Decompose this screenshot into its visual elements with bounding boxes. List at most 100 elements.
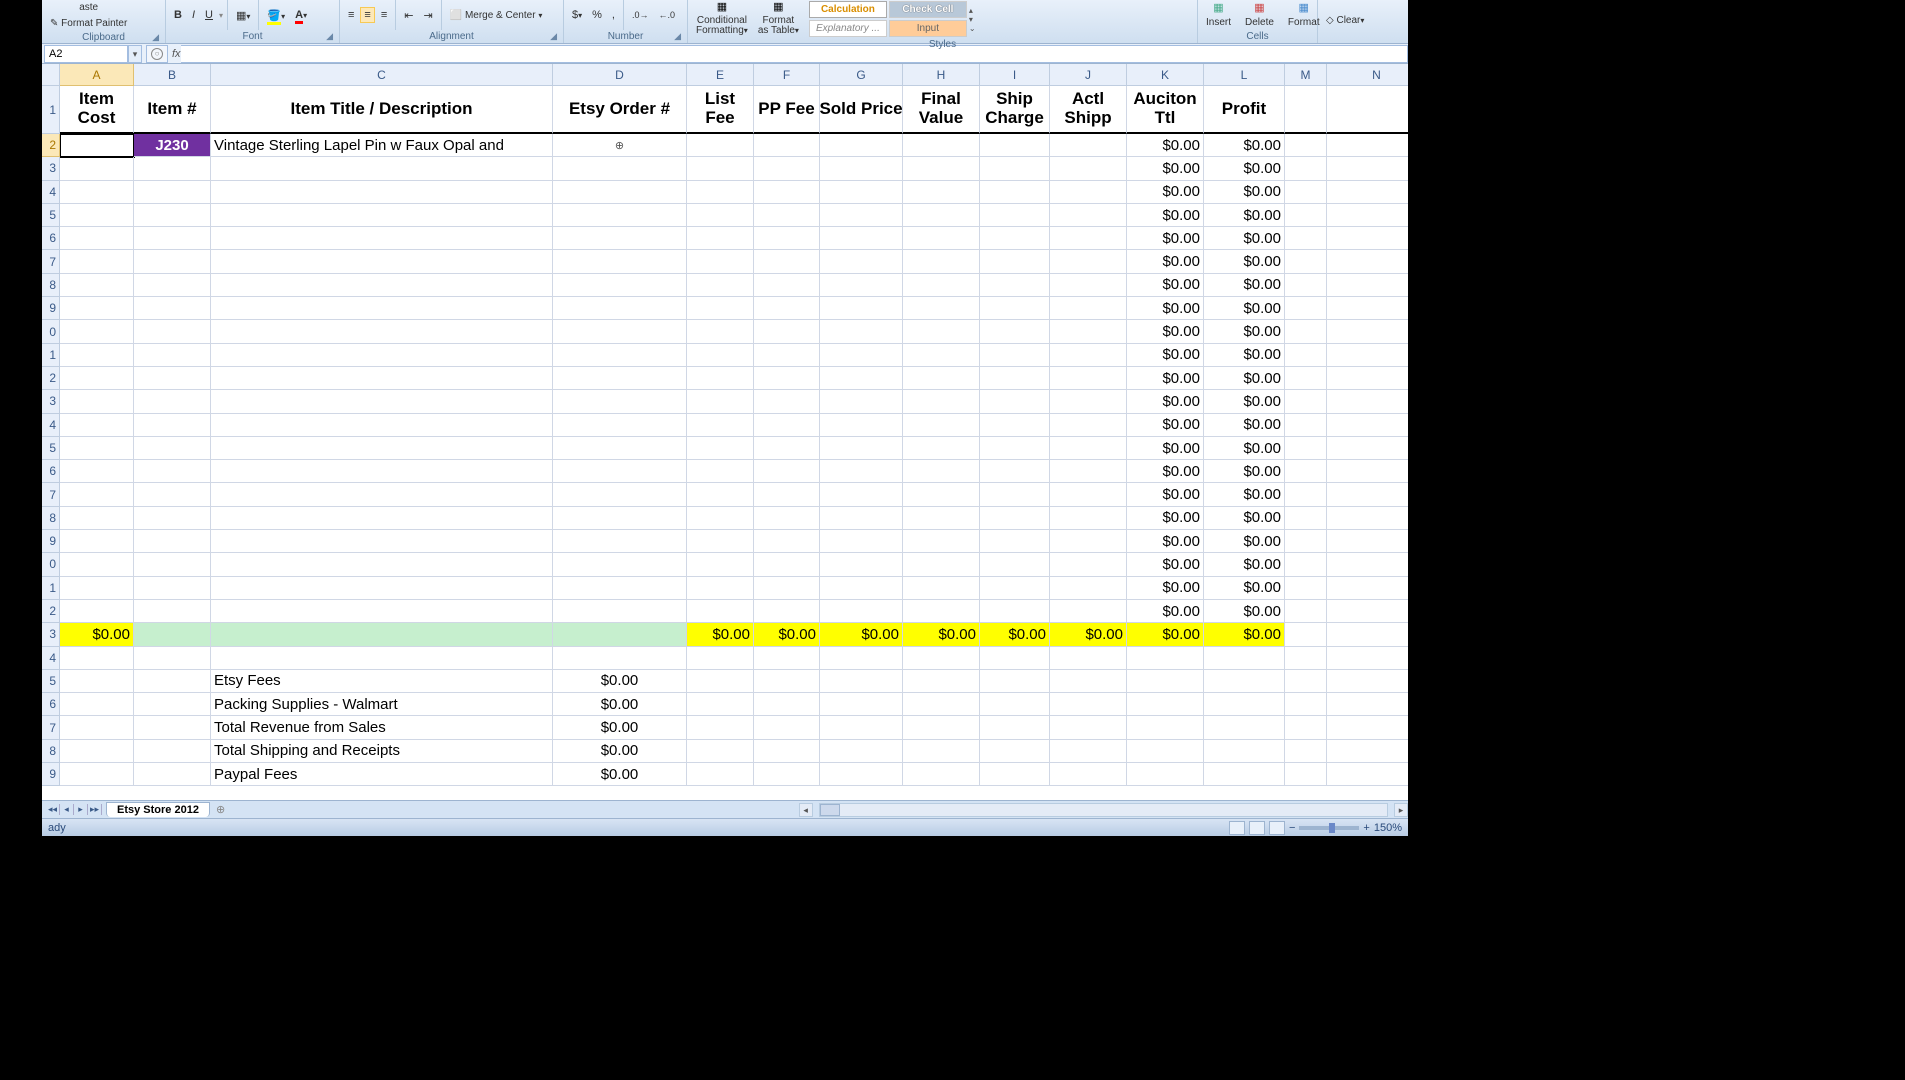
cell-C13[interactable] [211,390,553,413]
cell-I13[interactable] [980,390,1050,413]
cell-L6[interactable]: $0.00 [1204,227,1285,250]
cell-N19[interactable] [1327,530,1408,553]
cell-A14[interactable] [60,414,134,437]
cell-A6[interactable] [60,227,134,250]
row-header-18[interactable]: 8 [42,507,60,530]
header-H[interactable]: FinalValue [903,86,980,134]
cell-J20[interactable] [1050,553,1127,576]
cell-H4[interactable] [903,181,980,204]
cell-J24[interactable] [1050,647,1127,670]
cell-G29[interactable] [820,763,903,786]
cell-G18[interactable] [820,507,903,530]
cell-H19[interactable] [903,530,980,553]
row-header-20[interactable]: 0 [42,553,60,576]
cell-J18[interactable] [1050,507,1127,530]
cell-N16[interactable] [1327,460,1408,483]
cell-D9[interactable] [553,297,687,320]
summary-value-3[interactable]: $0.00 [553,740,687,763]
cell-J16[interactable] [1050,460,1127,483]
cell-I20[interactable] [980,553,1050,576]
cell-H14[interactable] [903,414,980,437]
cell-G10[interactable] [820,320,903,343]
cell-K5[interactable]: $0.00 [1127,204,1204,227]
cell-G25[interactable] [820,670,903,693]
cell-F10[interactable] [754,320,820,343]
summary-label-3[interactable]: Total Shipping and Receipts [211,740,553,763]
cell-I2[interactable] [980,134,1050,157]
col-header-E[interactable]: E [687,64,754,86]
cell-A26[interactable] [60,693,134,716]
borders-button[interactable]: ▦▾ [232,7,254,24]
cell-N26[interactable] [1327,693,1408,716]
name-box-dropdown[interactable]: ▾ [128,45,142,63]
cell-C11[interactable] [211,344,553,367]
cell-F24[interactable] [754,647,820,670]
header-D[interactable]: Etsy Order # [553,86,687,134]
totals-row-A[interactable]: $0.00 [60,623,134,646]
tab-nav-first[interactable]: ◂◂ [46,804,60,815]
view-normal-button[interactable] [1229,821,1245,835]
cell-N24[interactable] [1327,647,1408,670]
delete-button[interactable]: Delete [1241,15,1278,30]
cell-N18[interactable] [1327,507,1408,530]
row-header-10[interactable]: 0 [42,320,60,343]
cell-E22[interactable] [687,600,754,623]
cell-M5[interactable] [1285,204,1327,227]
cell-E3[interactable] [687,157,754,180]
insert-button[interactable]: Insert [1202,15,1235,30]
cell-B12[interactable] [134,367,211,390]
cell-C15[interactable] [211,437,553,460]
cell-F25[interactable] [754,670,820,693]
row-header-22[interactable]: 2 [42,600,60,623]
cell-F3[interactable] [754,157,820,180]
cell-F21[interactable] [754,577,820,600]
cell-M14[interactable] [1285,414,1327,437]
cell-M8[interactable] [1285,274,1327,297]
cell-J25[interactable] [1050,670,1127,693]
tab-nav-prev[interactable]: ◂ [60,804,74,815]
cell-A11[interactable] [60,344,134,367]
cell-F6[interactable] [754,227,820,250]
col-header-G[interactable]: G [820,64,903,86]
cell-N5[interactable] [1327,204,1408,227]
cell-H7[interactable] [903,250,980,273]
cell-H24[interactable] [903,647,980,670]
cell-M24[interactable] [1285,647,1327,670]
cell-L7[interactable]: $0.00 [1204,250,1285,273]
increase-decimal-button[interactable]: .0→ [628,8,653,22]
cell-C9[interactable] [211,297,553,320]
sheet-tab-active[interactable]: Etsy Store 2012 [106,802,210,817]
cell-L5[interactable]: $0.00 [1204,204,1285,227]
cell-C7[interactable] [211,250,553,273]
cell-K7[interactable]: $0.00 [1127,250,1204,273]
cell-B28[interactable] [134,740,211,763]
cell-E2[interactable] [687,134,754,157]
cell-A15[interactable] [60,437,134,460]
cell-J17[interactable] [1050,483,1127,506]
alignment-launcher-icon[interactable]: ◢ [550,31,557,42]
cell-N6[interactable] [1327,227,1408,250]
cell-I9[interactable] [980,297,1050,320]
col-header-K[interactable]: K [1127,64,1204,86]
cell-F5[interactable] [754,204,820,227]
col-header-J[interactable]: J [1050,64,1127,86]
cell-K29[interactable] [1127,763,1204,786]
cell-M25[interactable] [1285,670,1327,693]
cell-K20[interactable]: $0.00 [1127,553,1204,576]
cell-C8[interactable] [211,274,553,297]
totals-row-G[interactable]: $0.00 [820,623,903,646]
cell-C22[interactable] [211,600,553,623]
row-header-4[interactable]: 4 [42,181,60,204]
col-header-F[interactable]: F [754,64,820,86]
cell-B18[interactable] [134,507,211,530]
cell-I4[interactable] [980,181,1050,204]
cell-M13[interactable] [1285,390,1327,413]
row-header-26[interactable]: 6 [42,693,60,716]
cell-K3[interactable]: $0.00 [1127,157,1204,180]
cell-J13[interactable] [1050,390,1127,413]
cell-F29[interactable] [754,763,820,786]
cell-D13[interactable] [553,390,687,413]
cell-G28[interactable] [820,740,903,763]
cell-F27[interactable] [754,716,820,739]
cell-L9[interactable]: $0.00 [1204,297,1285,320]
